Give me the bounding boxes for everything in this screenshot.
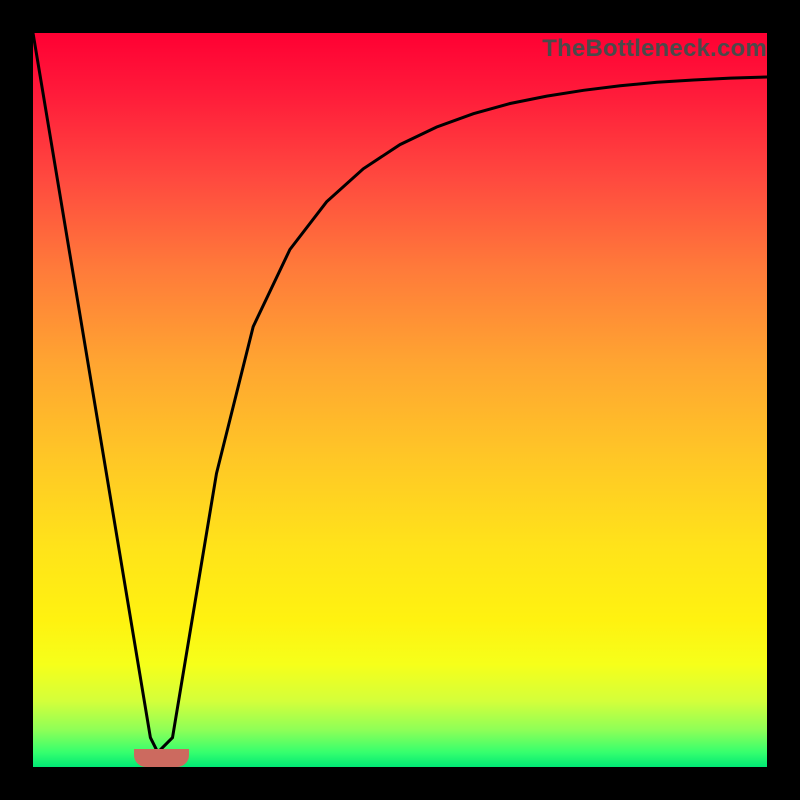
attribution-label: TheBottleneck.com [542,35,767,63]
curve-svg [33,33,767,767]
bottleneck-curve [33,33,767,752]
minimum-marker [134,749,188,767]
plot-area: TheBottleneck.com [33,33,767,767]
chart-frame: TheBottleneck.com [0,0,800,800]
